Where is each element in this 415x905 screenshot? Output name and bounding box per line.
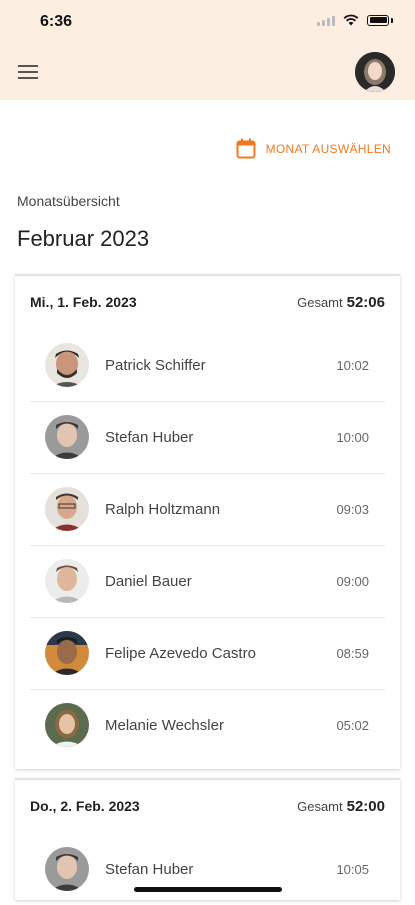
avatar [45, 487, 89, 531]
employee-name: Stefan Huber [105, 860, 194, 878]
avatar [45, 631, 89, 675]
total-label: Gesamt [297, 295, 343, 310]
home-indicator[interactable] [134, 887, 282, 892]
total-value: 52:06 [346, 294, 385, 311]
wifi-icon [343, 14, 359, 26]
avatar [45, 847, 89, 891]
list-item[interactable]: Felipe Azevedo Castro 08:59 [30, 617, 385, 690]
avatar [45, 343, 89, 387]
battery-icon [367, 14, 389, 26]
day-date: Do., 2. Feb. 2023 [30, 798, 140, 814]
day-card: Mi., 1. Feb. 2023 Gesamt 52:06 Patrick Sc… [15, 274, 400, 769]
avatar [45, 559, 89, 603]
list-item[interactable]: Daniel Bauer 09:00 [30, 545, 385, 618]
day-total: Gesamt 52:06 [297, 294, 385, 311]
overview-label: Monatsübersicht [17, 193, 120, 209]
cellular-signal-icon [317, 15, 335, 26]
employee-name: Patrick Schiffer [105, 356, 206, 374]
employee-name: Daniel Bauer [105, 572, 192, 590]
app-bar [0, 44, 415, 100]
employee-duration: 05:02 [336, 717, 369, 733]
employee-duration: 09:00 [336, 573, 369, 589]
status-icons [317, 14, 393, 26]
month-title: Februar 2023 [17, 226, 150, 251]
list-item[interactable]: Stefan Huber 10:00 [30, 401, 385, 474]
profile-avatar[interactable] [355, 52, 395, 92]
employee-duration: 10:05 [336, 861, 369, 877]
avatar [45, 415, 89, 459]
employee-duration: 09:03 [336, 501, 369, 517]
month-select-label: MONAT AUSWÄHLEN [265, 141, 391, 156]
employee-name: Felipe Azevedo Castro [105, 644, 256, 662]
employee-duration: 10:02 [336, 357, 369, 373]
employee-name: Ralph Holtzmann [105, 500, 221, 518]
employee-name: Stefan Huber [105, 428, 194, 446]
total-value: 52:00 [346, 798, 385, 815]
month-select-button[interactable]: MONAT AUSWÄHLEN [236, 138, 391, 159]
day-card: Do., 2. Feb. 2023 Gesamt 52:00 Stefan Hub… [15, 778, 400, 900]
day-total: Gesamt 52:00 [297, 798, 385, 815]
total-label: Gesamt [297, 799, 343, 814]
calendar-icon [236, 138, 256, 159]
avatar [45, 703, 89, 747]
list-item[interactable]: Stefan Huber 10:05 [30, 833, 385, 905]
list-item[interactable]: Melanie Wechsler 05:02 [30, 689, 385, 761]
employee-duration: 08:59 [336, 645, 369, 661]
employee-name: Melanie Wechsler [105, 716, 224, 734]
employee-duration: 10:00 [336, 429, 369, 445]
menu-icon[interactable] [18, 65, 38, 79]
status-time: 6:36 [40, 13, 73, 30]
list-item[interactable]: Patrick Schiffer 10:02 [30, 329, 385, 402]
status-bar: 6:36 [0, 0, 415, 44]
day-date: Mi., 1. Feb. 2023 [30, 294, 137, 310]
list-item[interactable]: Ralph Holtzmann 09:03 [30, 473, 385, 546]
